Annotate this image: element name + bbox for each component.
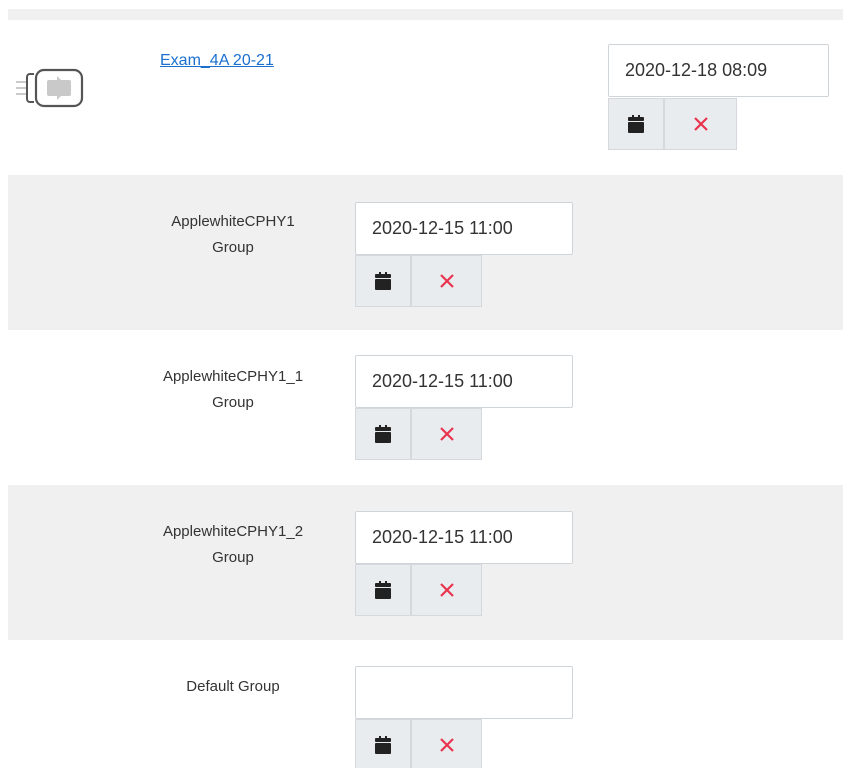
group-date-input[interactable] (355, 355, 573, 408)
top-strip (0, 0, 843, 20)
calendar-button[interactable] (355, 564, 411, 616)
calendar-button[interactable] (608, 98, 664, 150)
top-divider (8, 9, 843, 20)
assignment-arrow-icon (16, 68, 84, 108)
clear-date-button[interactable] (411, 408, 482, 460)
x-icon (439, 274, 454, 288)
group-name: ApplewhiteCPHY1 Group (171, 213, 295, 256)
x-icon (439, 738, 454, 752)
calendar-icon (375, 425, 391, 443)
calendar-icon (375, 272, 391, 290)
group-date-input[interactable] (355, 666, 573, 719)
activity-link[interactable]: Exam_4A 20-21 (160, 52, 274, 70)
clear-date-button[interactable] (411, 255, 482, 307)
calendar-button[interactable] (355, 255, 411, 307)
calendar-button[interactable] (355, 719, 411, 768)
clear-date-button[interactable] (411, 719, 482, 768)
calendar-icon (375, 581, 391, 599)
override-dates-page: Exam_4A 20-21 ApplewhiteCPHY1 Group (0, 0, 843, 768)
group-row: ApplewhiteCPHY1 Group (8, 175, 843, 330)
x-icon (439, 427, 454, 441)
group-row: ApplewhiteCPHY1_1 Group (8, 330, 843, 485)
group-name: Default Group (186, 678, 280, 695)
activity-due-date-input[interactable] (608, 44, 829, 97)
calendar-icon (628, 115, 644, 133)
clear-date-button[interactable] (664, 98, 737, 150)
calendar-button[interactable] (355, 408, 411, 460)
group-name: ApplewhiteCPHY1_2 Group (162, 523, 304, 566)
group-row: ApplewhiteCPHY1_2 Group (8, 485, 843, 640)
x-icon (439, 583, 454, 597)
group-date-input[interactable] (355, 511, 573, 564)
group-name: ApplewhiteCPHY1_1 Group (162, 368, 304, 411)
x-icon (693, 117, 708, 131)
group-date-input[interactable] (355, 202, 573, 255)
activity-row: Exam_4A 20-21 (0, 20, 843, 175)
clear-date-button[interactable] (411, 564, 482, 616)
group-row: Default Group (8, 640, 843, 768)
calendar-icon (375, 736, 391, 754)
